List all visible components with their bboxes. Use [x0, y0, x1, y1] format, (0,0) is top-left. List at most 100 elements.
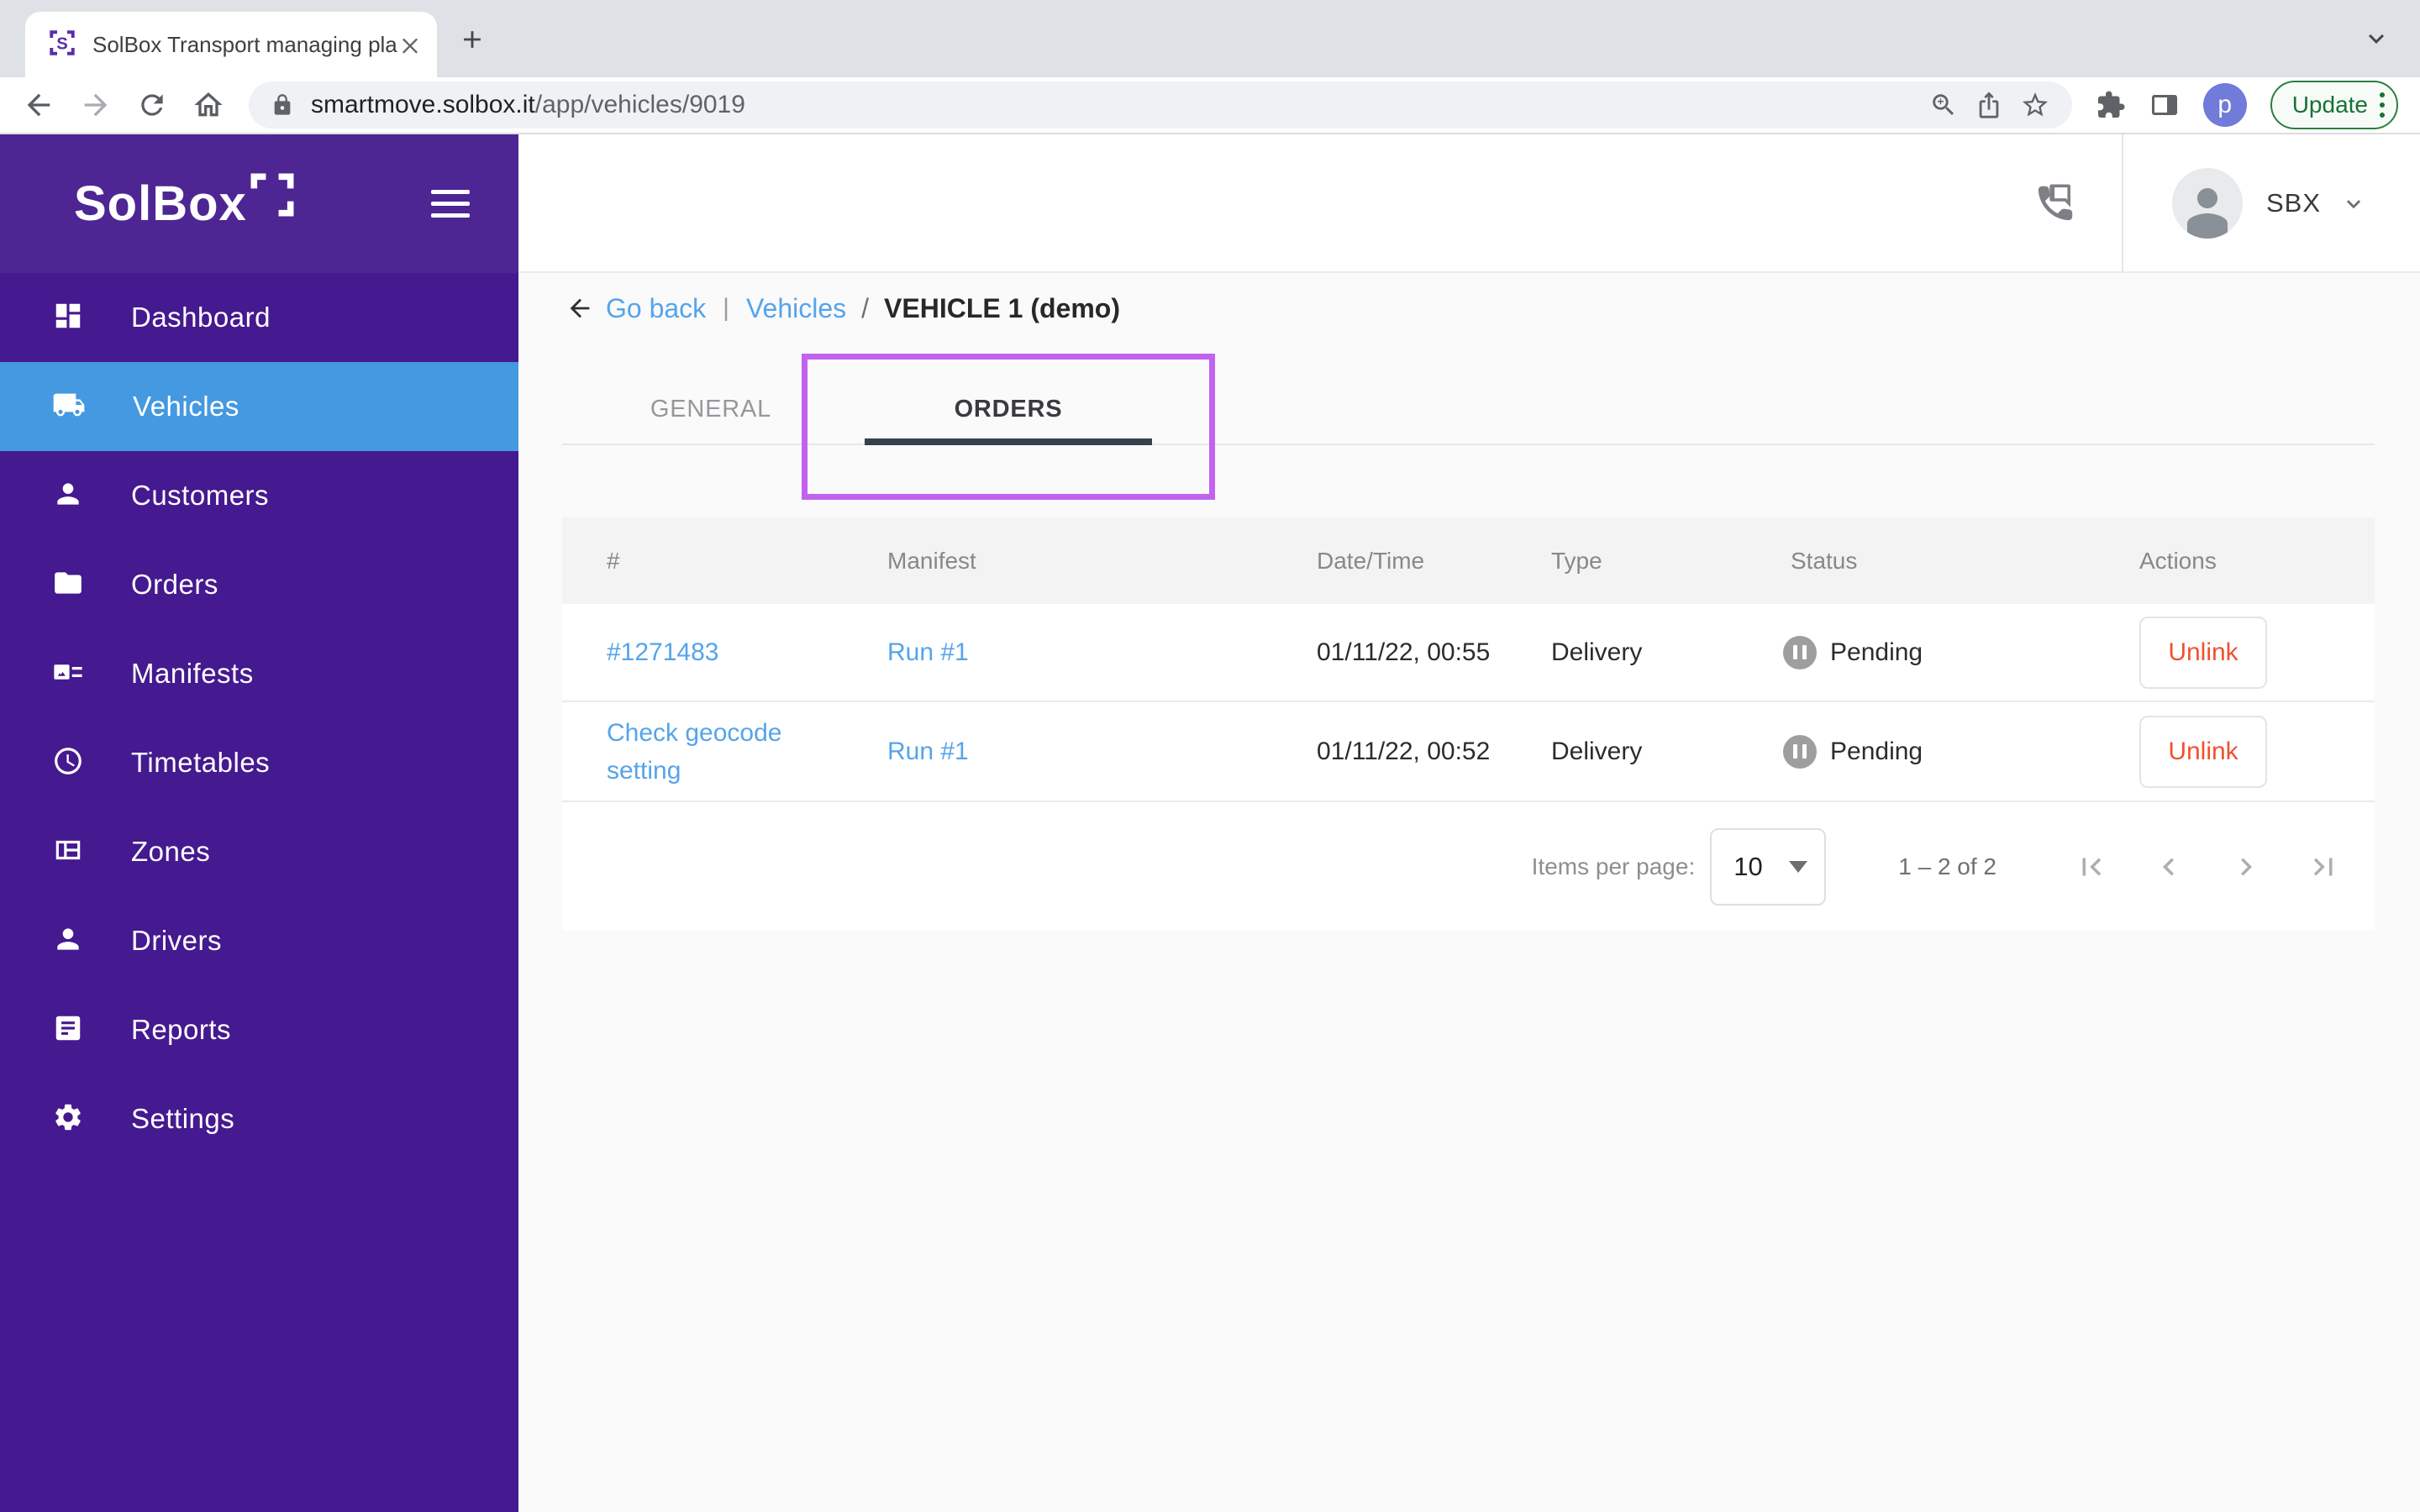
extensions-puzzle-icon[interactable]	[2096, 90, 2126, 120]
datetime-cell: 01/11/22, 00:55	[1317, 638, 1491, 666]
clock-icon	[52, 745, 84, 781]
col-header-type: Type	[1551, 547, 1602, 574]
first-page-button[interactable]	[2074, 849, 2109, 885]
order-link[interactable]: Check geocode setting	[607, 714, 815, 790]
sidebar-item-manifests[interactable]: Manifests	[0, 629, 518, 718]
tab-search-chevron-icon[interactable]	[2361, 24, 2391, 54]
browser-menu-kebab-icon	[2380, 92, 2385, 118]
url-text: smartmove.solbox.it/app/vehicles/9019	[311, 91, 745, 119]
sidebar-item-settings[interactable]: Settings	[0, 1074, 518, 1163]
manifest-link[interactable]: Run #1	[887, 633, 969, 671]
gear-icon	[52, 1101, 84, 1137]
sidebar-item-drivers[interactable]: Drivers	[0, 896, 518, 985]
status-label: Pending	[1830, 638, 1923, 666]
col-header-datetime: Date/Time	[1317, 547, 1425, 574]
sidebar-item-dashboard[interactable]: Dashboard	[0, 273, 518, 362]
browser-profile-avatar[interactable]: p	[2202, 83, 2247, 127]
sidebar-item-customers[interactable]: Customers	[0, 451, 518, 540]
type-cell: Delivery	[1551, 638, 1643, 666]
sidebar-item-vehicles[interactable]: Vehicles	[0, 362, 518, 451]
svg-text:S: S	[56, 34, 68, 53]
person-icon	[52, 923, 84, 959]
breadcrumb-slash: /	[861, 292, 870, 323]
url-path: /app/vehicles/9019	[534, 91, 745, 118]
active-tab-underline	[865, 438, 1152, 445]
user-avatar[interactable]	[2171, 167, 2243, 239]
zoom-icon[interactable]	[1929, 91, 1958, 119]
previous-page-button[interactable]	[2151, 849, 2186, 885]
order-link[interactable]: #1271483	[607, 633, 718, 671]
solbox-favicon-icon: S	[47, 28, 77, 62]
type-cell: Delivery	[1551, 737, 1643, 765]
sidebar-logo-band: SolBox	[0, 134, 518, 273]
breadcrumb: Go back | Vehicles / VEHICLE 1 (demo)	[566, 285, 2375, 332]
report-icon	[52, 1012, 84, 1048]
sidebar-item-orders[interactable]: Orders	[0, 540, 518, 629]
home-button[interactable]	[192, 88, 225, 122]
col-header-number: #	[607, 547, 620, 574]
table-row: Check geocode setting Run #1 01/11/22, 0…	[562, 702, 2375, 802]
sidebar-item-timetables[interactable]: Timetables	[0, 718, 518, 807]
back-button[interactable]	[22, 88, 55, 122]
status-cell: Pending	[1748, 734, 2033, 769]
new-tab-button[interactable]	[458, 25, 487, 54]
tab-orders[interactable]: ORDERS	[860, 375, 1157, 445]
person-icon	[52, 478, 84, 514]
account-label: SBX	[2265, 187, 2321, 218]
sidebar-item-zones[interactable]: Zones	[0, 807, 518, 896]
pending-pause-icon	[1783, 734, 1817, 769]
solbox-logo: SolBox	[74, 173, 294, 231]
table-row: #1271483 Run #1 01/11/22, 00:55 Delivery…	[562, 604, 2375, 702]
browser-window: S SolBox Transport managing pla smartmov…	[0, 0, 2420, 1512]
side-panel-icon[interactable]	[2149, 90, 2180, 120]
col-header-manifest: Manifest	[887, 547, 976, 574]
update-button[interactable]: Update	[2270, 81, 2398, 129]
logo-brackets-icon	[250, 173, 294, 221]
tab-close-icon[interactable]	[398, 33, 422, 56]
tab-title: SolBox Transport managing pla	[92, 31, 397, 57]
forward-button[interactable]	[79, 88, 113, 122]
sidebar-nav: Dashboard Vehicles Customers Orders Mani…	[0, 273, 518, 1512]
last-page-button[interactable]	[2306, 849, 2341, 885]
go-back-link[interactable]: Go back	[606, 293, 706, 324]
browser-toolbar: smartmove.solbox.it/app/vehicles/9019 p …	[0, 77, 2420, 134]
detail-tabs: GENERAL ORDERS	[562, 375, 2375, 445]
col-header-actions: Actions	[2139, 547, 2217, 574]
account-chevron-down-icon[interactable]	[2339, 189, 2368, 218]
browser-tab[interactable]: S SolBox Transport managing pla	[25, 12, 437, 77]
vehicles-link[interactable]: Vehicles	[746, 293, 846, 324]
sidebar: SolBox Dashboard Vehicles Customers Orde…	[0, 134, 518, 1512]
breadcrumb-separator: |	[723, 294, 729, 322]
page-title: VEHICLE 1 (demo)	[884, 292, 1120, 323]
content-area: Go back | Vehicles / VEHICLE 1 (demo) GE…	[518, 273, 2420, 1512]
browser-tabstrip: S SolBox Transport managing pla	[0, 0, 2420, 77]
manifest-link[interactable]: Run #1	[887, 732, 969, 770]
pending-pause-icon	[1783, 635, 1817, 669]
col-header-status: Status	[1791, 547, 1858, 574]
next-page-button[interactable]	[2228, 849, 2264, 885]
sidebar-item-reports[interactable]: Reports	[0, 985, 518, 1074]
pager-controls	[2074, 849, 2341, 885]
share-icon[interactable]	[1975, 91, 2003, 119]
logo-text: SolBox	[74, 176, 247, 231]
bookmark-star-icon[interactable]	[2020, 90, 2050, 120]
reload-button[interactable]	[136, 89, 168, 121]
back-arrow-icon[interactable]	[566, 294, 594, 323]
lock-icon[interactable]	[271, 93, 294, 117]
items-per-page-label: Items per page:	[1531, 853, 1696, 879]
hamburger-menu-icon[interactable]	[431, 190, 470, 218]
truck-icon	[52, 388, 86, 426]
table-header-row: # Manifest Date/Time Type Status Actions	[562, 517, 2375, 604]
address-bar[interactable]: smartmove.solbox.it/app/vehicles/9019	[249, 81, 2072, 129]
page-range-label: 1 – 2 of 2	[1898, 853, 1996, 879]
unlink-button[interactable]: Unlink	[2139, 715, 2267, 788]
header-divider	[2121, 134, 2123, 271]
folder-icon	[52, 567, 84, 603]
tab-general[interactable]: GENERAL	[562, 375, 860, 444]
page-size-value: 10	[1733, 851, 1763, 881]
page-size-select[interactable]: 10	[1710, 827, 1827, 906]
unlink-button[interactable]: Unlink	[2139, 616, 2267, 689]
phone-message-icon[interactable]	[2033, 181, 2078, 226]
app-header: SBX	[518, 134, 2420, 273]
datetime-cell: 01/11/22, 00:52	[1317, 737, 1491, 765]
